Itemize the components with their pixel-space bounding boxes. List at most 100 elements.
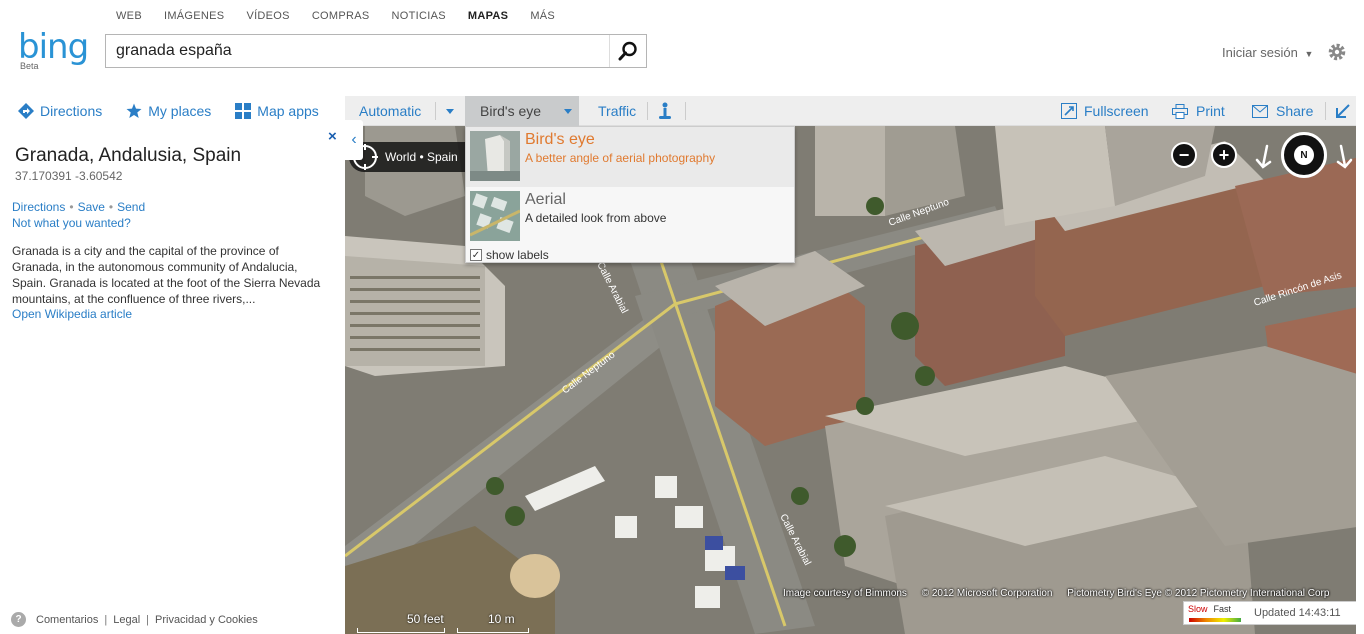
collapse-toolbar-button[interactable] xyxy=(1335,96,1351,126)
bing-logo[interactable]: bing Beta xyxy=(18,27,89,71)
not-what-you-wanted-link[interactable]: Not what you wanted? xyxy=(12,216,131,230)
scrollbar-gutter xyxy=(1356,0,1364,634)
aerial-thumbnail xyxy=(470,191,520,241)
nav-more[interactable]: MÁS xyxy=(530,10,555,22)
rotate-right-icon[interactable] xyxy=(1333,144,1355,170)
signin-label: Iniciar sesión xyxy=(1222,45,1298,60)
arrow-down-left-icon xyxy=(1336,104,1350,118)
credit-pictometry: Pictometry Bird's Eye © 2012 Pictometry … xyxy=(1067,588,1330,599)
option-birds-eye[interactable]: Bird's eye A better angle of aerial phot… xyxy=(466,127,794,187)
mail-icon xyxy=(1252,104,1268,118)
nav-maps[interactable]: MAPAS xyxy=(468,10,508,22)
footer-privacy-link[interactable]: Privacidad y Cookies xyxy=(155,614,258,626)
nav-images[interactable]: IMÁGENES xyxy=(164,10,224,22)
chevron-down-icon: ▼ xyxy=(1304,49,1314,59)
gear-icon[interactable] xyxy=(1327,42,1347,62)
search-input[interactable] xyxy=(106,35,610,67)
view-traffic[interactable]: Traffic xyxy=(598,96,636,126)
share-label: Share xyxy=(1276,103,1314,119)
print-label: Print xyxy=(1196,103,1225,119)
close-icon[interactable]: × xyxy=(328,128,337,145)
search-button[interactable] xyxy=(609,35,646,67)
toolbar-left: Directions My places Map apps xyxy=(0,96,325,126)
traffic-fast-label: Fast xyxy=(1213,604,1232,614)
birds-eye-option-desc: A better angle of aerial photography xyxy=(525,151,716,165)
credit-microsoft: © 2012 Microsoft Corporation xyxy=(921,588,1053,599)
my-places-button[interactable]: My places xyxy=(126,103,211,119)
signin-menu[interactable]: Iniciar sesión ▼ xyxy=(1222,45,1313,60)
result-save-link[interactable]: Save xyxy=(78,200,105,214)
footer-feedback-link[interactable]: Comentarios xyxy=(36,614,98,626)
bing-maps-page: WEB IMÁGENES VÍDEOS COMPRAS NOTICIAS MAP… xyxy=(0,0,1364,634)
scale-bar-metric xyxy=(457,628,529,633)
birds-eye-option-name: Bird's eye xyxy=(525,131,595,148)
option-aerial[interactable]: Aerial A detailed look from above xyxy=(466,187,794,247)
scale-bar-imperial xyxy=(357,628,445,633)
star-icon xyxy=(126,103,142,118)
collapse-panel-button[interactable]: ‹ xyxy=(345,120,363,160)
map-canvas[interactable]: Calle Neptuno Calle Neptuno Calle Arabia… xyxy=(345,126,1364,634)
show-labels-checkbox[interactable]: ✓ xyxy=(470,249,482,261)
zoom-out-button[interactable]: − xyxy=(1171,142,1197,168)
show-labels-toggle[interactable]: ✓ show labels xyxy=(470,248,549,262)
birds-eye-label: Bird's eye xyxy=(480,103,542,119)
logo-beta-badge: Beta xyxy=(20,61,39,71)
scale-metric: 10 m xyxy=(488,612,515,626)
view-birds-eye[interactable]: Bird's eye xyxy=(465,96,579,126)
fullscreen-button[interactable]: Fullscreen xyxy=(1061,96,1149,126)
divider xyxy=(685,102,686,120)
show-labels-label: show labels xyxy=(486,248,549,262)
share-button[interactable]: Share xyxy=(1252,96,1313,126)
automatic-dropdown-button[interactable] xyxy=(438,96,462,126)
traffic-updated: Updated 14:43:11 xyxy=(1254,607,1341,619)
chevron-left-icon: ‹ xyxy=(351,131,357,148)
divider xyxy=(435,102,436,120)
traffic-slow-label: Slow xyxy=(1188,604,1208,614)
scale-bar: 50 feet 10 m xyxy=(357,612,529,634)
traffic-label: Traffic xyxy=(598,103,637,119)
result-actions: Directions • Save • Send xyxy=(12,200,145,214)
divider xyxy=(647,102,648,120)
compass[interactable]: N xyxy=(1281,132,1327,178)
results-panel: × Granada, Andalusia, Spain 37.170391 -3… xyxy=(0,126,345,634)
rotate-left-icon[interactable] xyxy=(1253,144,1275,170)
grid-icon xyxy=(235,103,252,119)
minus-icon: − xyxy=(1171,142,1197,168)
divider xyxy=(1325,102,1326,120)
map-credits: Image courtesy of Bimmons © 2012 Microso… xyxy=(783,588,1341,599)
map-apps-button[interactable]: Map apps xyxy=(235,103,319,119)
nav-web[interactable]: WEB xyxy=(116,10,142,22)
nav-shopping[interactable]: COMPRAS xyxy=(312,10,370,22)
help-icon[interactable]: ? xyxy=(11,612,26,627)
result-directions-link[interactable]: Directions xyxy=(12,200,65,214)
nav-news[interactable]: NOTICIAS xyxy=(392,10,446,22)
separator: | xyxy=(146,613,149,626)
page-footer: ? Comentarios | Legal | Privacidad y Coo… xyxy=(11,612,258,627)
separator: | xyxy=(104,613,108,626)
search-icon xyxy=(618,41,637,61)
fullscreen-icon xyxy=(1061,103,1077,119)
aerial-option-desc: A detailed look from above xyxy=(525,211,667,225)
compass-north: N xyxy=(1294,145,1314,165)
map-view-bar: Automatic Bird's eye Traffic Fullscreen xyxy=(345,96,1364,126)
result-send-link[interactable]: Send xyxy=(117,200,145,214)
footer-legal-link[interactable]: Legal xyxy=(113,614,140,626)
location-breadcrumb[interactable]: World • Spain xyxy=(349,142,469,172)
nav-videos[interactable]: VÍDEOS xyxy=(246,10,289,22)
print-button[interactable]: Print xyxy=(1172,96,1225,126)
top-nav: WEB IMÁGENES VÍDEOS COMPRAS NOTICIAS MAP… xyxy=(116,10,577,22)
streetside-button[interactable] xyxy=(658,96,672,126)
map-apps-label: Map apps xyxy=(257,103,319,119)
zoom-in-button[interactable]: + xyxy=(1211,142,1237,168)
traffic-speed-labels: Slow Fast xyxy=(1188,604,1231,614)
birds-eye-thumbnail xyxy=(470,131,520,181)
search-box xyxy=(105,34,647,68)
directions-button[interactable]: Directions xyxy=(18,103,102,119)
breadcrumb-text: World • Spain xyxy=(385,150,458,164)
plus-icon: + xyxy=(1211,142,1237,168)
logo-word: bing xyxy=(18,27,89,67)
wikipedia-link[interactable]: Open Wikipedia article xyxy=(12,307,132,321)
automatic-label: Automatic xyxy=(359,103,422,119)
view-automatic[interactable]: Automatic xyxy=(359,96,421,126)
credit-image: Image courtesy of Bimmons xyxy=(783,588,907,599)
